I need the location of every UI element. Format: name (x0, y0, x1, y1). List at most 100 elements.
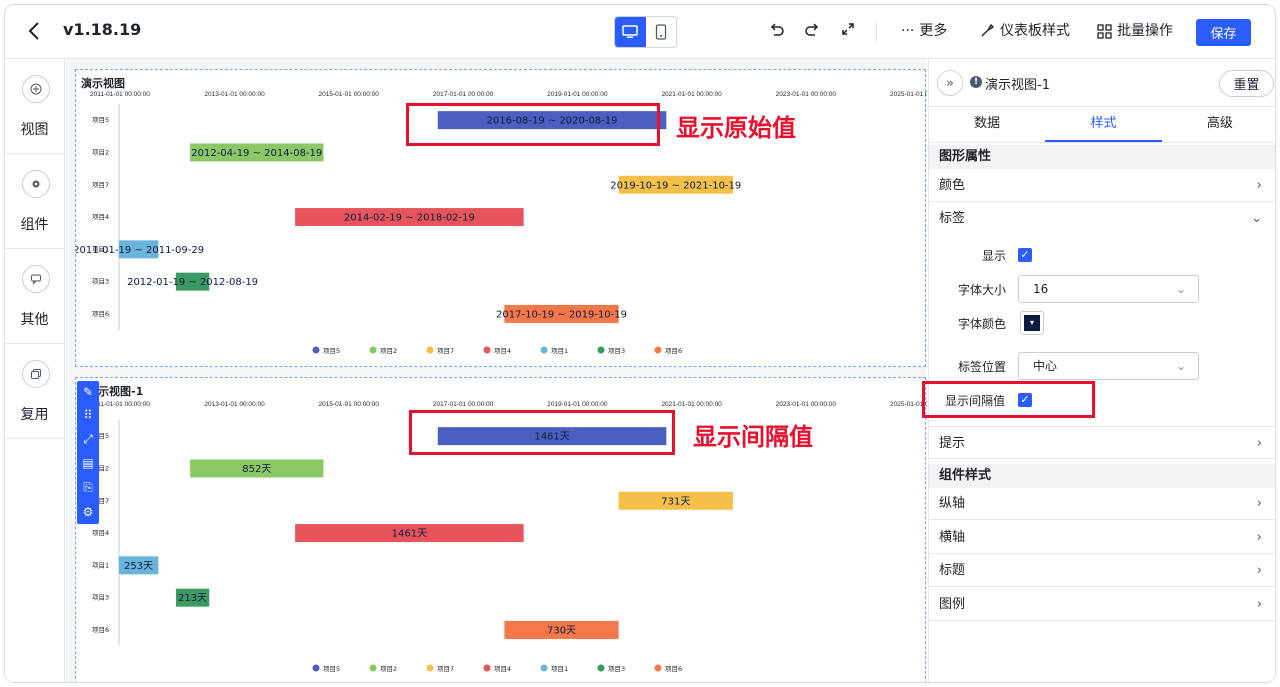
tab-data[interactable]: 数据 (929, 107, 1045, 142)
dashboard-style-button[interactable]: 仪表板样式 (979, 21, 1070, 41)
bar-data-label: 2011-01-19 ~ 2011-09-29 (76, 245, 204, 256)
section-shape-properties: 图形属性 (929, 145, 1275, 169)
bar-data-label: 730天 (547, 625, 576, 636)
bar-data-label: 1461天 (392, 529, 427, 540)
bar-data-label: 253天 (124, 561, 153, 572)
chevron-right-icon: › (1256, 597, 1262, 612)
legend-label: 项目1 (551, 665, 568, 673)
x-tick-label: 2019-01-01 00:00:00 (547, 401, 608, 408)
redo-icon[interactable] (802, 21, 822, 41)
row-title[interactable]: 标题 › (929, 554, 1275, 587)
nav-item-component[interactable]: 组件 (5, 154, 64, 249)
legend-marker (369, 346, 377, 354)
reset-button[interactable]: 重置 (1219, 70, 1274, 97)
view-name: 演示视图-1 (985, 78, 1050, 93)
chevron-down-icon: ⌄ (1175, 359, 1186, 373)
row-label-settings[interactable]: 标签 ⌄ (929, 202, 1275, 235)
row-color[interactable]: 颜色 › (929, 169, 1275, 202)
label-position-value: 中心 (1033, 359, 1058, 373)
mobile-view-icon[interactable] (646, 17, 677, 47)
chevron-right-icon: › (1256, 178, 1262, 193)
x-tick-label: 2021-01-01 00:00:00 (661, 401, 722, 408)
row-label: 标签 (939, 211, 966, 226)
row-legend[interactable]: 图例 › (929, 588, 1275, 621)
tab-advanced[interactable]: 高级 (1162, 107, 1275, 142)
label-position-label: 标签位置 (957, 360, 1006, 374)
row-label: 横轴 (939, 530, 966, 545)
plus-circle-icon (22, 75, 50, 103)
data-table-icon[interactable]: ▤ (80, 455, 96, 471)
grid-icon (1097, 23, 1112, 39)
collapse-panel-icon[interactable]: » (937, 70, 963, 96)
back-icon[interactable] (23, 19, 47, 43)
tab-style[interactable]: 样式 (1045, 107, 1162, 142)
row-label: 提示 (939, 436, 966, 451)
export-icon[interactable]: ⎘ (80, 479, 96, 495)
font-size-select[interactable]: 16 ⌄ (1018, 275, 1199, 303)
x-tick-label: 2011-01-01 00:00:00 (90, 91, 150, 98)
row-x-axis[interactable]: 横轴 › (929, 521, 1275, 554)
y-tick-label: 项目3 (92, 594, 109, 602)
panel-header: » ! 演示视图-1 重置 (929, 59, 1275, 107)
bar-data-label: 2012-04-19 ~ 2014-08-19 (191, 148, 322, 159)
y-tick-label: 项目7 (92, 181, 109, 189)
desktop-view-icon[interactable] (615, 17, 646, 47)
x-tick-label: 2011-01-01 00:00:00 (90, 401, 150, 408)
chevron-right-icon: › (1256, 563, 1262, 578)
chevron-down-icon: ⌄ (1251, 211, 1262, 226)
nav-item-label: 其他 (20, 312, 49, 328)
left-nav: 视图 组件 其他 复用 (5, 59, 65, 682)
legend-marker (369, 664, 377, 672)
panel-tabs: 数据 样式 高级 (929, 106, 1275, 143)
y-tick-label: 项目5 (92, 116, 109, 124)
version-label: v1.18.19 (63, 20, 142, 39)
batch-operation-button[interactable]: 批量操作 (1097, 21, 1173, 41)
y-tick-label: 项目4 (92, 213, 109, 221)
nav-item-label: 组件 (20, 217, 49, 233)
section-component-style: 组件样式 (929, 464, 1275, 488)
more-button[interactable]: ··· 更多 (901, 21, 947, 41)
bar-data-label: 731天 (661, 496, 690, 507)
row-tooltip[interactable]: 提示 › (929, 426, 1275, 459)
font-color-picker[interactable]: ▾ (1020, 311, 1044, 335)
legend-label: 项目2 (380, 347, 397, 355)
settings-icon[interactable]: ⚙ (80, 504, 96, 520)
save-button[interactable]: 保存 (1196, 19, 1251, 46)
nav-item-other[interactable]: 其他 (5, 249, 64, 344)
x-tick-label: 2025-01-01 00:00:00 (890, 91, 927, 98)
legend-label: 项目2 (380, 665, 397, 673)
legend-marker (540, 346, 548, 354)
x-tick-label: 2023-01-01 00:00:00 (776, 91, 837, 98)
info-icon: ! (970, 76, 982, 88)
bar-data-label: 2012-01-19 ~ 2012-08-19 (127, 277, 258, 288)
label-position-select[interactable]: 中心 ⌄ (1018, 352, 1199, 380)
show-checkbox[interactable]: ✓ (1018, 248, 1032, 262)
dashboard-canvas: 演示视图 2011-01-01 00:00:00 2013-01-01 00:00… (66, 59, 927, 682)
nav-item-reuse[interactable]: 复用 (5, 344, 64, 439)
gear-icon (22, 170, 50, 198)
legend-marker (540, 664, 548, 672)
legend-marker (426, 664, 434, 672)
brush-icon (981, 23, 995, 37)
toolbar-divider (876, 23, 877, 41)
chart-edit-toolbar: ✎ ⠿ ⤢ ▤ ⎘ ⚙ (77, 381, 99, 524)
expand-icon[interactable]: ⤢ (80, 431, 96, 447)
legend-marker (654, 346, 662, 354)
edit-icon[interactable]: ✎ (80, 384, 96, 400)
undo-icon[interactable] (767, 21, 787, 41)
x-tick-label: 2017-01-01 00:00:00 (433, 401, 494, 408)
bar-data-label: 2017-10-19 ~ 2019-10-19 (496, 309, 627, 320)
row-y-axis[interactable]: 纵轴 › (929, 487, 1275, 520)
x-tick-label: 2015-01-01 00:00:00 (319, 91, 380, 98)
annotation-text-interval: 显示间隔值 (693, 423, 813, 451)
x-tick-label: 2017-01-01 00:00:00 (433, 91, 494, 98)
legend-label: 项目7 (437, 347, 454, 355)
chevron-right-icon: › (1256, 530, 1262, 545)
fullscreen-icon[interactable] (838, 21, 858, 41)
nav-item-label: 复用 (20, 407, 49, 423)
legend-label: 项目5 (323, 347, 340, 355)
legend-label: 项目1 (551, 347, 568, 355)
nav-item-view[interactable]: 视图 (5, 59, 64, 154)
drag-handle-icon[interactable]: ⠿ (80, 407, 96, 423)
batch-operation-label: 批量操作 (1117, 23, 1173, 39)
